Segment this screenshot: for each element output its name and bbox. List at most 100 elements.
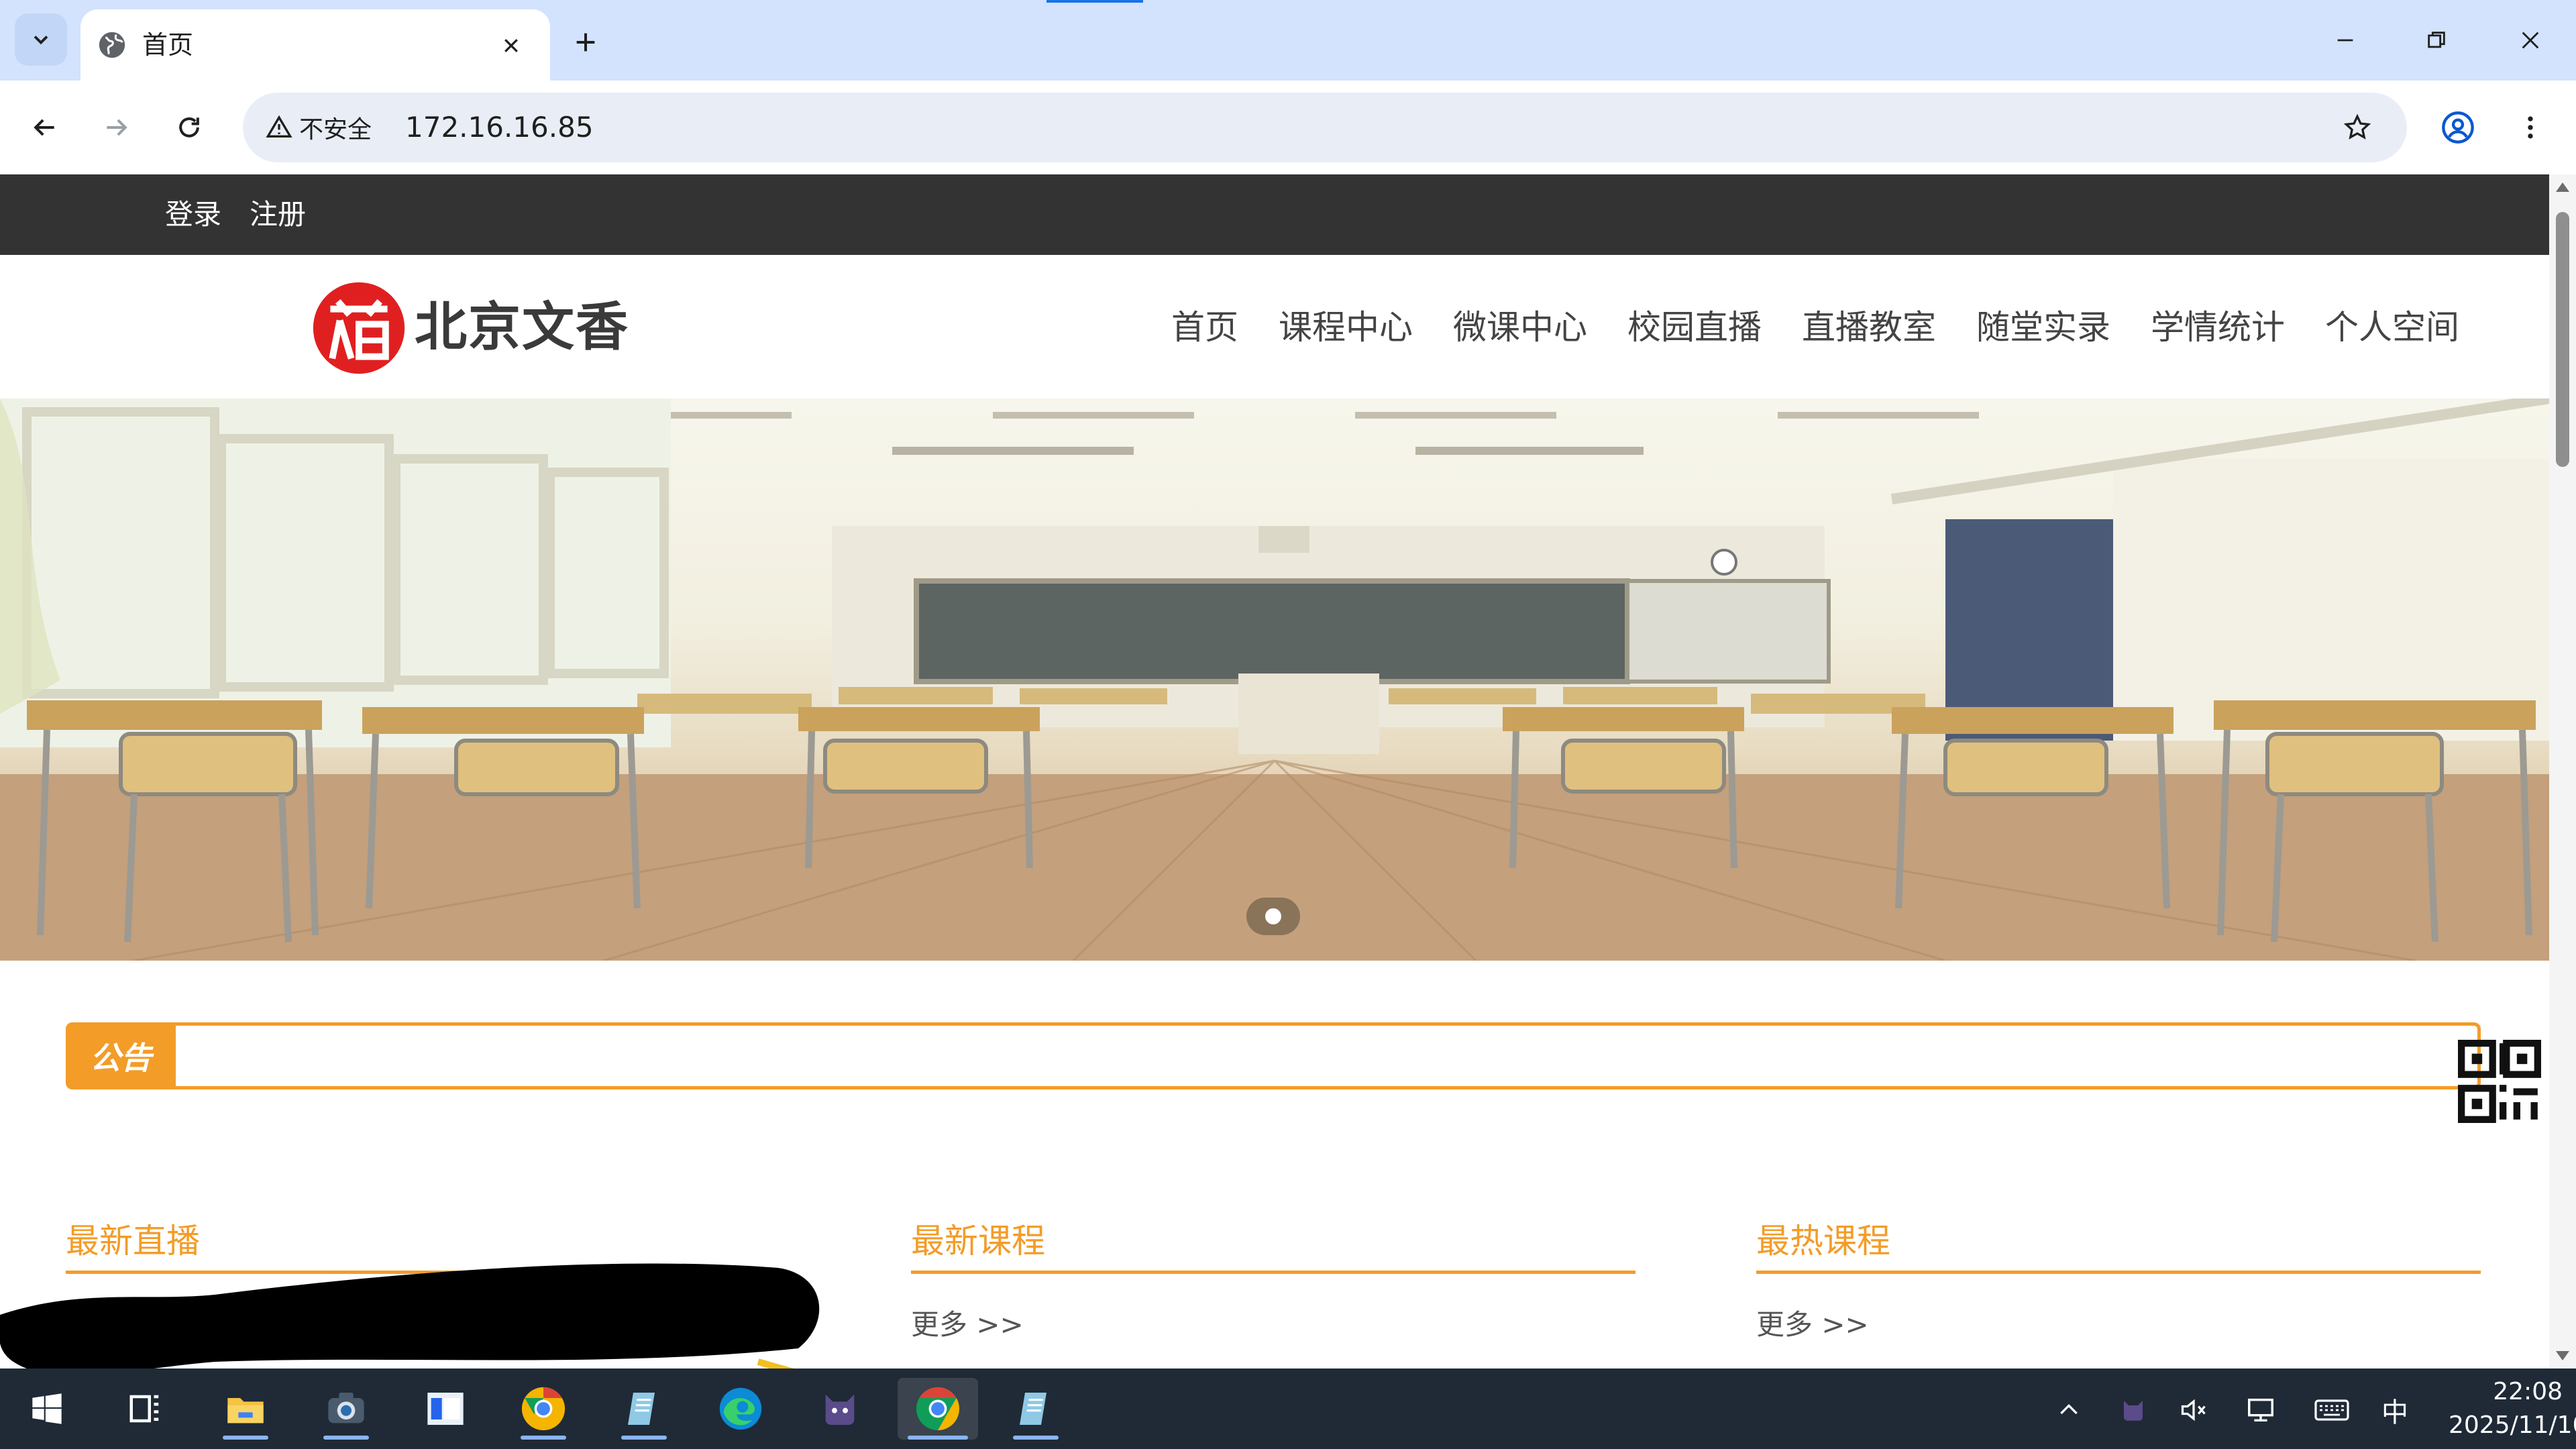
browser-toolbar: 不安全 172.16.16.85 [0, 80, 2576, 174]
taskbar-notepad[interactable] [604, 1378, 684, 1440]
taskbar-app-window[interactable] [405, 1378, 486, 1440]
nav-item-campus-live[interactable]: 校园直播 [1627, 307, 1762, 347]
qr-code-icon[interactable] [2458, 1040, 2541, 1123]
tab-search-button[interactable] [15, 13, 67, 66]
star-icon [2343, 113, 2371, 140]
arrow-left-icon [34, 119, 54, 136]
clock-time: 22:08 [2493, 1378, 2563, 1405]
taskbar-file-explorer[interactable] [205, 1378, 286, 1440]
redaction-mark [0, 1263, 820, 1368]
main-nav: 首页 课程中心 微课中心 校园直播 直播教室 随堂实录 学情统计 个人空间 [1131, 307, 2459, 347]
minimize-icon [2337, 39, 2353, 42]
tab-title: 首页 [142, 30, 194, 60]
taskbar-camera[interactable] [306, 1378, 386, 1440]
network-icon [2248, 1398, 2273, 1422]
hero-banner[interactable] [0, 398, 2549, 961]
more-link[interactable]: 更多 >> [1756, 1307, 2481, 1342]
notice-label: 公告 [66, 1022, 176, 1089]
taskbar-chrome[interactable] [898, 1378, 978, 1440]
section-title: 最热课程 [1756, 1221, 2481, 1274]
running-indicator [1013, 1436, 1059, 1440]
section-latest-courses: 最新课程 更多 >> [911, 1221, 1635, 1342]
scroll-down-arrow-icon[interactable] [2556, 1351, 2569, 1360]
chrome-icon [916, 1387, 960, 1431]
register-link[interactable]: 注册 [250, 197, 306, 232]
site-top-bar: 登录 注册 [0, 174, 2549, 255]
url-text[interactable]: 172.16.16.85 [405, 110, 594, 145]
task-view-icon [129, 1395, 159, 1423]
windows-logo-icon [32, 1393, 62, 1424]
restore-icon [2428, 32, 2445, 48]
nav-item-course-center[interactable]: 课程中心 [1279, 307, 1413, 347]
kebab-menu-icon [2528, 116, 2533, 139]
login-link[interactable]: 登录 [165, 197, 221, 232]
chevron-down-icon [34, 36, 48, 45]
nav-item-live-classroom[interactable]: 直播教室 [1802, 307, 1936, 347]
network-button[interactable] [2241, 1391, 2281, 1429]
security-chip[interactable]: 不安全 [252, 101, 388, 154]
ime-indicator[interactable]: 中 [2375, 1391, 2415, 1429]
cat-icon [2124, 1401, 2143, 1421]
site-header: 北京文香 首页 课程中心 微课中心 校园直播 直播教室 随堂实录 学情统计 个人… [0, 255, 2549, 398]
notice-bar: 公告 [66, 1022, 2481, 1089]
taskbar-chrome-canary[interactable] [503, 1378, 584, 1440]
carousel-indicator[interactable] [1246, 898, 1300, 935]
scroll-thumb[interactable] [2556, 212, 2569, 467]
browser-tab-active[interactable]: 首页 [80, 9, 550, 80]
address-bar[interactable]: 不安全 172.16.16.85 [243, 93, 2407, 162]
taskbar-cat-app[interactable] [800, 1378, 880, 1440]
arrow-right-icon [107, 119, 127, 136]
account-icon [2442, 111, 2474, 144]
browser-menu-button[interactable] [2505, 102, 2556, 153]
volume-muted-icon [2181, 1399, 2206, 1421]
chevron-up-icon [2060, 1403, 2078, 1415]
taskbar-notepad-2[interactable] [996, 1378, 1076, 1440]
taskbar-edge[interactable] [700, 1378, 781, 1440]
task-view-button[interactable] [105, 1378, 185, 1440]
scroll-up-arrow-icon[interactable] [2556, 182, 2569, 192]
tray-overflow-button[interactable] [2049, 1391, 2089, 1429]
close-window-button[interactable] [2497, 12, 2564, 68]
running-indicator [908, 1436, 968, 1440]
running-indicator [323, 1436, 369, 1440]
touch-keyboard-button[interactable] [2312, 1391, 2352, 1429]
chrome-icon [521, 1387, 566, 1431]
reload-icon [179, 117, 199, 138]
start-button[interactable] [7, 1378, 87, 1440]
security-label: 不安全 [299, 116, 372, 144]
volume-button[interactable] [2174, 1391, 2214, 1429]
profile-button[interactable] [2432, 102, 2483, 153]
nav-item-learning-stats[interactable]: 学情统计 [2151, 307, 2285, 347]
system-clock[interactable]: 22:08 2025/11/10 [2449, 1375, 2576, 1442]
keyboard-icon [2314, 1399, 2349, 1421]
edge-icon [719, 1387, 762, 1430]
logo-emblem-icon[interactable] [311, 280, 407, 376]
notepad-icon [1020, 1393, 1046, 1425]
minimize-button[interactable] [2312, 12, 2379, 68]
notepad-icon [628, 1393, 655, 1425]
cat-icon [825, 1394, 855, 1425]
reload-button[interactable] [164, 102, 215, 153]
forward-button[interactable] [91, 102, 142, 153]
back-button[interactable] [19, 102, 70, 153]
windows-taskbar: 中 22:08 2025/11/10 [0, 1368, 2576, 1449]
page-viewport: 登录 注册 北京文香 首页 课程中心 微课中心 校园直播 直播教室 随堂实录 学… [0, 174, 2549, 1368]
close-icon [2522, 32, 2539, 49]
tray-cat-app[interactable] [2113, 1391, 2153, 1429]
classroom-illustration [0, 398, 2549, 961]
tab-close-button[interactable] [491, 25, 531, 66]
nav-item-micro-course[interactable]: 微课中心 [1453, 307, 1587, 347]
nav-item-class-recording[interactable]: 随堂实录 [1976, 307, 2110, 347]
section-title: 最新课程 [911, 1221, 1635, 1274]
page-scrollbar[interactable] [2549, 174, 2576, 1368]
warning-icon [266, 115, 292, 138]
browser-tabstrip: 首页 [0, 0, 2576, 80]
more-link[interactable]: 更多 >> [911, 1307, 1635, 1342]
new-tab-button[interactable] [564, 20, 608, 64]
tab-loading-indicator [1046, 0, 1143, 3]
bookmark-button[interactable] [2333, 103, 2381, 152]
restore-button[interactable] [2403, 12, 2470, 68]
nav-item-home[interactable]: 首页 [1171, 307, 1238, 347]
nav-item-personal-space[interactable]: 个人空间 [2325, 307, 2459, 347]
logo-text[interactable]: 北京文香 [415, 295, 629, 360]
